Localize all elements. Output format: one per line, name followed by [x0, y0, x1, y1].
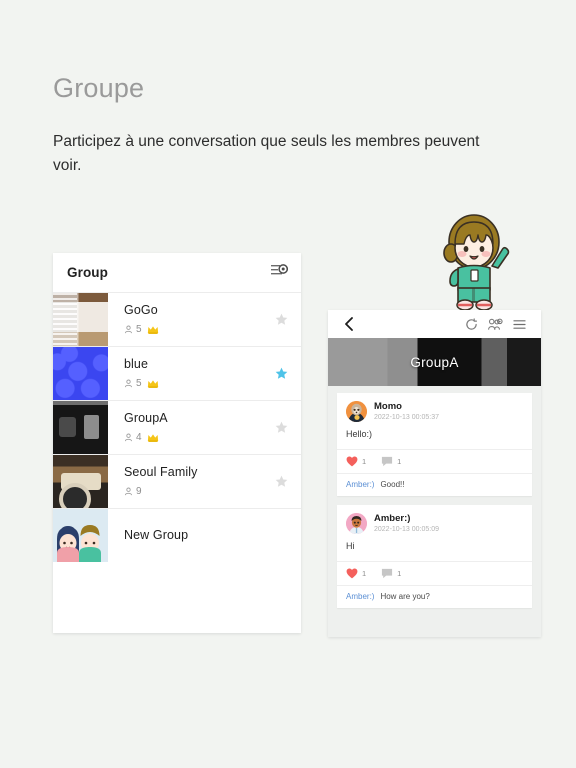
- group-row-body: GoGo 5: [108, 293, 261, 346]
- group-list-item-blue[interactable]: blue 5: [53, 346, 301, 400]
- group-name: Seoul Family: [124, 465, 198, 480]
- group-list-item-gogo[interactable]: GoGo 5: [53, 292, 301, 346]
- group-list-title: Group: [67, 265, 108, 280]
- group-list-item-groupa[interactable]: GroupA 4: [53, 400, 301, 454]
- person-icon: [124, 487, 133, 496]
- post-timestamp: 2022-10-13 00:05:09: [374, 526, 439, 534]
- group-list-header: Group: [53, 253, 301, 292]
- group-member-count: 4: [136, 432, 142, 444]
- post-author: Amber:): [374, 512, 411, 524]
- like-count: 1: [362, 568, 367, 578]
- group-thumbnail: [53, 293, 108, 346]
- group-row-body: Seoul Family 9: [108, 455, 261, 508]
- comment-action[interactable]: 1: [381, 456, 401, 467]
- post-author-block: Amber:) 2022-10-13 00:05:09: [374, 513, 439, 535]
- post-actions: 1 1: [337, 448, 532, 473]
- group-member-meta: 5: [124, 378, 261, 390]
- group-feed-panel: GroupA Momo 2022-10-13 00:05:37 Hello:) …: [328, 310, 541, 637]
- page-title: Groupe: [53, 73, 145, 103]
- refresh-icon[interactable]: [459, 312, 483, 336]
- group-row-body: GroupA 4: [108, 401, 261, 454]
- comment-author: Amber:): [346, 591, 375, 601]
- group-row-body: New Group: [108, 509, 261, 562]
- group-name: GoGo: [124, 303, 158, 318]
- group-thumbnail: [53, 401, 108, 454]
- comment-author: Amber:): [346, 479, 375, 489]
- crown-icon: [147, 380, 158, 388]
- group-star-toggle[interactable]: [261, 401, 301, 454]
- group-member-count: 5: [136, 378, 142, 390]
- like-count: 1: [362, 456, 367, 466]
- comment-count: 1: [397, 568, 402, 578]
- intro-block: Groupe Participez à une conversation que…: [53, 72, 513, 178]
- person-icon: [124, 325, 133, 334]
- post-actions: 1 1: [337, 560, 532, 585]
- comment-count: 1: [397, 456, 402, 466]
- back-chevron-icon[interactable]: [337, 312, 361, 336]
- hamburger-menu-icon[interactable]: [507, 312, 531, 336]
- comment-text: Good!!: [380, 479, 405, 489]
- group-thumbnail: [53, 455, 108, 508]
- post-author-block: Momo 2022-10-13 00:05:37: [374, 401, 439, 423]
- group-member-meta: 4: [124, 432, 261, 444]
- like-action[interactable]: 1: [346, 456, 366, 467]
- post-header: Amber:) 2022-10-13 00:05:09: [337, 505, 532, 541]
- group-banner-title: GroupA: [410, 354, 459, 370]
- momo-avatar[interactable]: [346, 401, 367, 423]
- group-star-toggle[interactable]: [261, 293, 301, 346]
- group-name: GroupA: [124, 411, 168, 426]
- waving-girl-illustration: [428, 206, 520, 314]
- star-icon: [275, 421, 287, 433]
- group-banner: GroupA: [328, 338, 541, 386]
- group-row-body: blue 5: [108, 347, 261, 400]
- group-star-placeholder: [261, 509, 301, 562]
- group-member-count: 9: [136, 486, 142, 498]
- like-action[interactable]: 1: [346, 568, 366, 579]
- group-thumbnail: [53, 509, 108, 562]
- post-comment[interactable]: Amber:) Good!!: [337, 472, 532, 496]
- group-member-count: 5: [136, 324, 142, 336]
- group-list-panel: Group GoGo 5 blue 5 GroupA 4 Seoul Famil…: [53, 253, 301, 633]
- group-thumbnail: [53, 347, 108, 400]
- group-star-toggle[interactable]: [261, 347, 301, 400]
- person-icon: [124, 433, 133, 442]
- comment-text: How are you?: [380, 591, 430, 601]
- star-icon: [275, 367, 287, 379]
- post-body: Hi: [346, 540, 355, 551]
- speech-bubble-icon: [382, 568, 393, 578]
- post-timestamp: 2022-10-13 00:05:37: [374, 414, 439, 422]
- heart-icon: [346, 456, 358, 467]
- group-star-toggle[interactable]: [261, 455, 301, 508]
- group-list-item-seoul-family[interactable]: Seoul Family 9: [53, 454, 301, 508]
- amber-avatar[interactable]: [346, 513, 367, 535]
- group-feed-posts: Momo 2022-10-13 00:05:37 Hello:) 1 1 Amb…: [328, 386, 541, 608]
- group-member-meta: 5: [124, 324, 261, 336]
- filter-settings-icon[interactable]: [271, 263, 289, 282]
- person-icon: [124, 379, 133, 388]
- speech-bubble-icon: [382, 456, 393, 466]
- heart-icon: [346, 568, 358, 578]
- group-list-item-new-group[interactable]: New Group: [53, 508, 301, 562]
- group-name: blue: [124, 357, 149, 372]
- group-name: New Group: [124, 527, 189, 542]
- feed-post[interactable]: Momo 2022-10-13 00:05:37 Hello:) 1 1 Amb…: [337, 393, 532, 496]
- group-member-meta: 9: [124, 486, 261, 498]
- star-icon: [275, 475, 287, 487]
- crown-icon: [147, 326, 158, 334]
- post-header: Momo 2022-10-13 00:05:37: [337, 393, 532, 429]
- comment-action[interactable]: 1: [381, 568, 401, 579]
- post-comment[interactable]: Amber:) How are you?: [337, 584, 532, 608]
- group-feed-toolbar: [328, 310, 541, 338]
- star-icon: [275, 313, 287, 325]
- manage-members-icon[interactable]: [483, 312, 507, 336]
- post-author: Momo: [374, 401, 402, 412]
- post-body: Hello:): [346, 428, 373, 439]
- crown-icon: [147, 434, 158, 442]
- page-subtitle: Participez à une conversation que seuls …: [53, 133, 480, 175]
- feed-post[interactable]: Amber:) 2022-10-13 00:05:09 Hi 1 1 Amber…: [337, 504, 532, 608]
